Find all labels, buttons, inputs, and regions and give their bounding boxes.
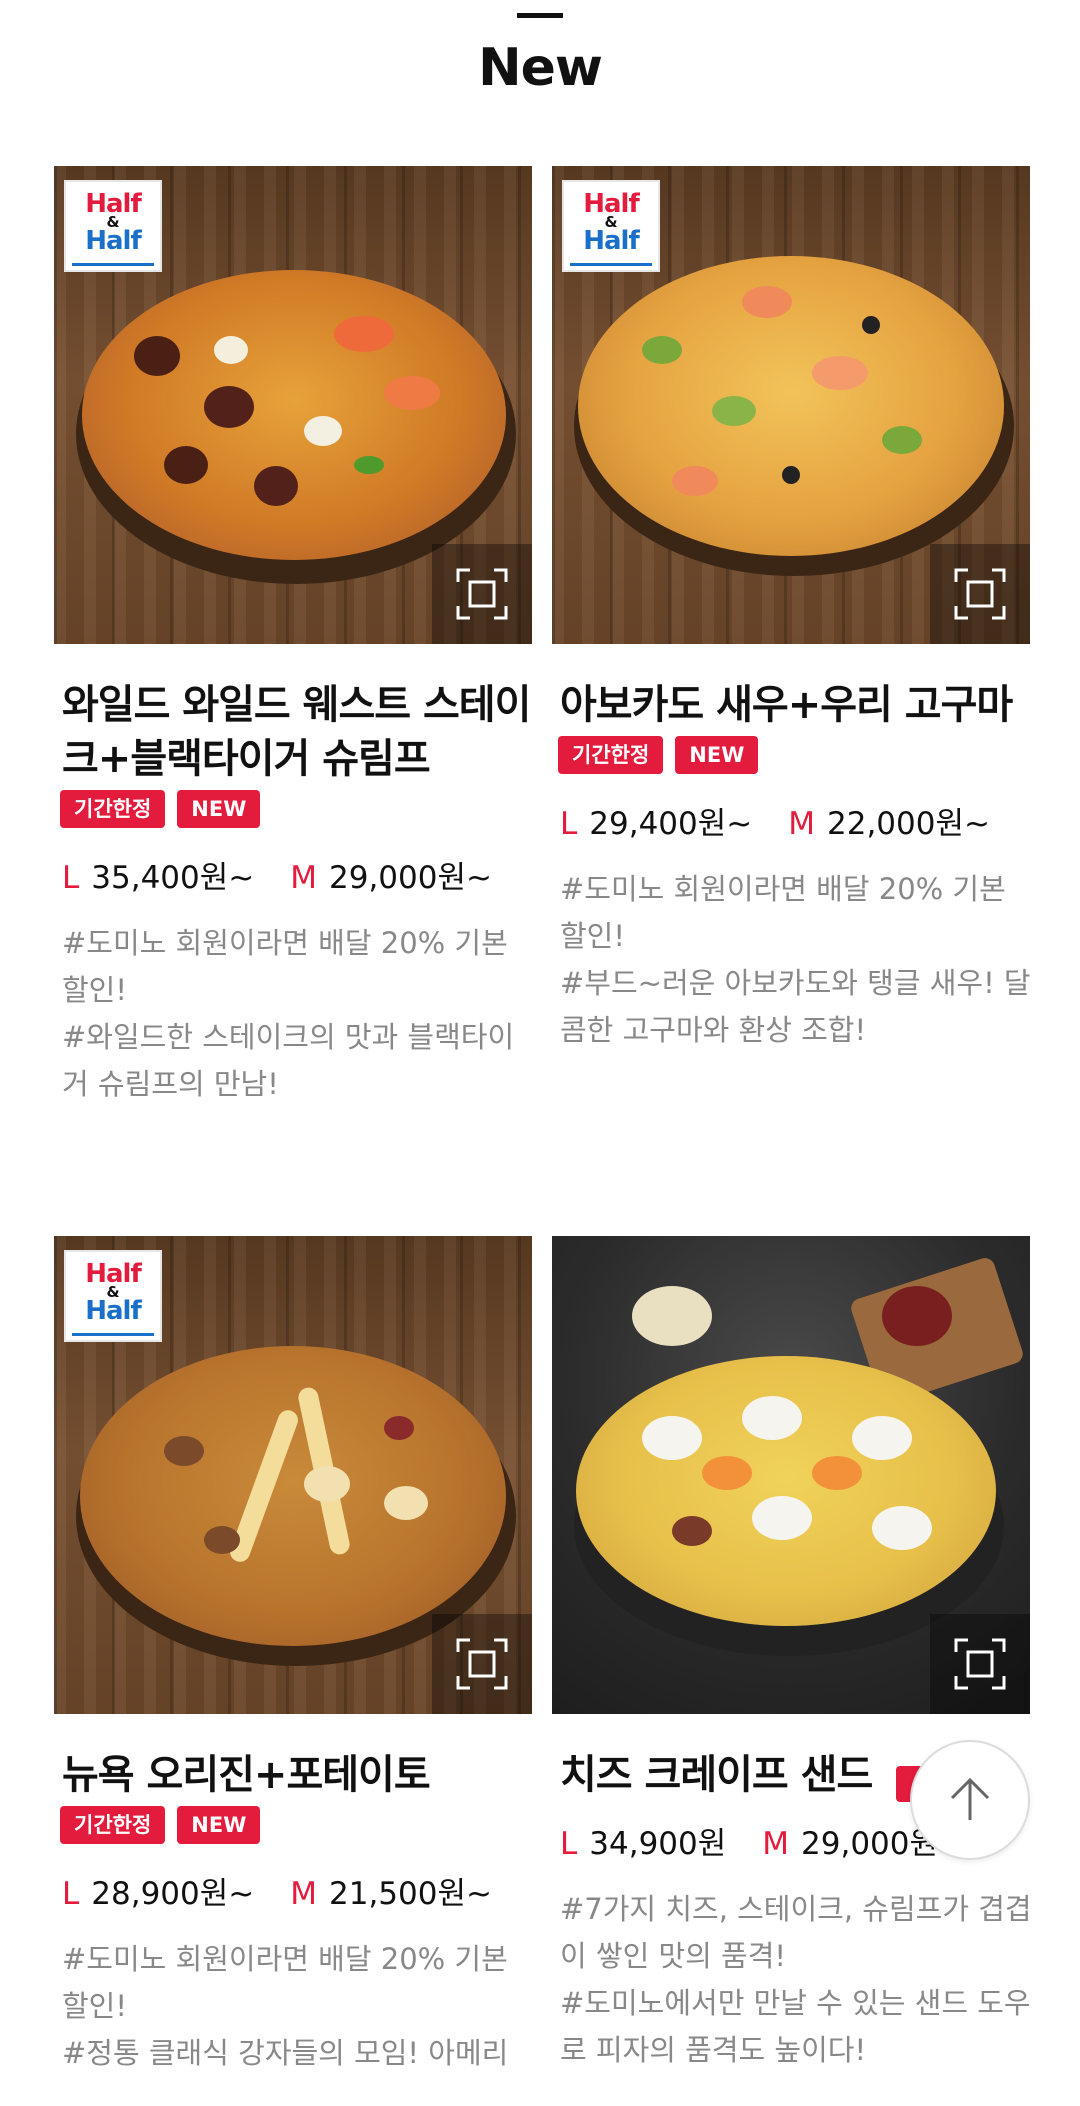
large-price: 29,400원~: [589, 806, 753, 842]
arrow-up-icon: [950, 1777, 990, 1820]
product-card-cheese-crepe[interactable]: 치즈 크레이프 샌드 L 34,900원 M 29,000원 #7가지 치즈, 스테…: [552, 1236, 1032, 2074]
section-indicator-bar: [517, 13, 563, 18]
medium-price: 29,000원~: [329, 860, 492, 896]
product-description: #7가지 치즈, 스테이크, 슈림프가 겹겹이 쌓인 맛의 품격! #도미노에서…: [560, 1892, 1032, 2067]
new-badge: NEW: [675, 736, 759, 774]
pizza-photo: [576, 1356, 996, 1626]
product-description: #도미노 회원이라면 배달 20% 기본 할인! #정통 클래식 강자들의 모임…: [62, 1942, 509, 2070]
product-card-newyork-potato[interactable]: Half & Half 뉴욕 오리진+포테이토 기간한정 NEW L 28,900…: [54, 1236, 532, 2077]
product-name[interactable]: 아보카도 새우+우리 고구마: [552, 678, 1030, 732]
section-title: New: [478, 38, 603, 98]
large-price: 34,900원: [589, 1826, 727, 1862]
size-large-label: L: [62, 860, 80, 896]
medium-price: 21,500원~: [329, 1876, 492, 1912]
expand-frame-icon[interactable]: [432, 1614, 532, 1714]
half-and-half-logo: Half & Half: [64, 180, 162, 272]
new-badge: NEW: [177, 790, 261, 828]
large-price: 28,900원~: [91, 1876, 255, 1912]
price-row: L 35,400원~ M 29,000원~: [54, 858, 532, 898]
size-medium-label: M: [788, 806, 815, 842]
pizza-photo: [82, 270, 506, 560]
product-image[interactable]: [552, 1236, 1030, 1714]
limited-time-badge: 기간한정: [60, 790, 166, 828]
expand-frame-icon[interactable]: [930, 544, 1030, 644]
product-card-wild-west[interactable]: Half & Half 와일드 와일드 웨스트 스테이크+블랙타이거 슈림프 기…: [54, 166, 532, 1108]
badge-group: 기간한정 NEW: [54, 790, 532, 828]
product-image[interactable]: Half & Half: [54, 1236, 532, 1714]
price-row: L 29,400원~ M 22,000원~: [552, 804, 1030, 844]
product-card-avocado-shrimp[interactable]: Half & Half 아보카도 새우+우리 고구마 기간한정 NEW L 29,…: [552, 166, 1031, 1054]
product-description: #도미노 회원이라면 배달 20% 기본 할인! #부드~러운 아보카도와 탱글…: [560, 872, 1031, 1047]
product-description: #도미노 회원이라면 배달 20% 기본 할인! #와일드한 스테이크의 맛과 …: [62, 926, 515, 1101]
half-and-half-logo: Half & Half: [562, 180, 660, 272]
badge-group: 기간한정 NEW: [552, 736, 1030, 774]
product-image[interactable]: Half & Half: [552, 166, 1030, 644]
limited-time-badge: 기간한정: [558, 736, 664, 774]
scroll-to-top-button[interactable]: [910, 1740, 1030, 1860]
product-name[interactable]: 와일드 와일드 웨스트 스테이크+블랙타이거 슈림프: [54, 678, 532, 786]
badge-group: 기간한정 NEW: [54, 1806, 532, 1844]
size-large-label: L: [560, 1826, 578, 1862]
expand-frame-icon[interactable]: [930, 1614, 1030, 1714]
price-row: L 28,900원~ M 21,500원~: [54, 1874, 532, 1914]
size-large-label: L: [560, 806, 578, 842]
size-medium-label: M: [762, 1826, 790, 1862]
half-and-half-logo: Half & Half: [64, 1250, 162, 1342]
size-medium-label: M: [290, 860, 317, 896]
new-badge: NEW: [177, 1806, 261, 1844]
medium-price: 29,000원: [801, 1826, 939, 1862]
large-price: 35,400원~: [91, 860, 255, 896]
pizza-photo: [80, 1346, 506, 1646]
product-image[interactable]: Half & Half: [54, 166, 532, 644]
medium-price: 22,000원~: [827, 806, 990, 842]
size-medium-label: M: [290, 1876, 317, 1912]
expand-frame-icon[interactable]: [432, 544, 532, 644]
product-name[interactable]: 뉴욕 오리진+포테이토: [54, 1748, 532, 1802]
size-large-label: L: [62, 1876, 80, 1912]
limited-time-badge: 기간한정: [60, 1806, 166, 1844]
